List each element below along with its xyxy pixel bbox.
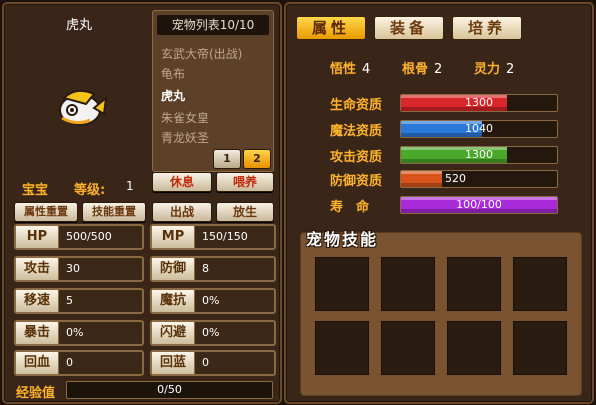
- tab-training[interactable]: 培养: [452, 16, 522, 40]
- pet-avatar-icon: [56, 84, 108, 130]
- aptitude-label: 生命资质: [330, 98, 383, 113]
- pet-list-item[interactable]: 龟布: [161, 65, 185, 82]
- pet-name: 虎丸: [66, 18, 93, 33]
- stat-critical: 暴击 0%: [14, 320, 144, 346]
- tab-equipment[interactable]: 装备: [374, 16, 444, 40]
- stat-value: 0%: [202, 294, 220, 307]
- aptitude-value: 1300: [465, 96, 493, 109]
- feed-button[interactable]: 喂养: [216, 172, 274, 192]
- stat-label: 防御: [152, 258, 195, 280]
- stat-defense: 防御 8: [150, 256, 276, 282]
- pet-list: 宠物列表10/10 玄武大帝(出战) 龟布 虎丸 朱雀女皇 青龙妖圣 1 2: [152, 10, 274, 172]
- stat-label: MP: [152, 226, 195, 248]
- aptitude-value: 100/100: [456, 198, 502, 211]
- baby-label: 宝宝: [22, 183, 49, 198]
- stat-hp-regen: 回血 0: [14, 350, 144, 376]
- stat-label: HP: [16, 226, 59, 248]
- attr-label: 悟性: [330, 62, 357, 77]
- stat-value: 150/150: [202, 230, 248, 243]
- stat-mp: MP 150/150: [150, 224, 276, 250]
- skill-slot[interactable]: [513, 321, 567, 375]
- skills-title: 宠物技能: [306, 230, 379, 249]
- stat-attack: 攻击 30: [14, 256, 144, 282]
- pet-list-item-selected[interactable]: 虎丸: [161, 87, 185, 104]
- stat-label: 移速: [16, 290, 59, 312]
- tab-attributes[interactable]: 属性: [296, 16, 366, 40]
- stat-value: 0%: [66, 326, 84, 339]
- reset-attributes-button[interactable]: 属性重置: [14, 202, 78, 222]
- pet-skills-box: [300, 232, 582, 396]
- skill-slot[interactable]: [315, 257, 369, 311]
- stat-dodge: 闪避 0%: [150, 320, 276, 346]
- pet-list-item[interactable]: 玄武大帝(出战): [161, 45, 242, 62]
- page-2-button[interactable]: 2: [243, 149, 271, 169]
- stat-label: 攻击: [16, 258, 59, 280]
- attr-constitution: 根骨 2: [402, 58, 442, 77]
- stat-magic-resist: 魔抗 0%: [150, 288, 276, 314]
- skill-slot[interactable]: [513, 257, 567, 311]
- aptitude-bar-hp: 1300: [400, 94, 558, 112]
- level-value: 1: [126, 179, 134, 193]
- aptitude-bar-lifespan: 100/100: [400, 196, 558, 214]
- release-button[interactable]: 放生: [216, 202, 274, 222]
- aptitude-value: 1040: [465, 122, 493, 135]
- stat-label: 暴击: [16, 322, 59, 344]
- attr-label: 根骨: [402, 62, 429, 77]
- stat-label: 回蓝: [152, 352, 195, 374]
- pet-detail-panel: 属性 装备 培养 悟性 4 根骨 2 灵力 2 生命资质 1300 魔法资质 1040…: [284, 2, 594, 404]
- stat-label: 魔抗: [152, 290, 195, 312]
- pet-list-item[interactable]: 朱雀女皇: [161, 109, 209, 126]
- stat-hp: HP 500/500: [14, 224, 144, 250]
- skill-slot[interactable]: [315, 321, 369, 375]
- skill-slot[interactable]: [447, 257, 501, 311]
- stat-value: 500/500: [66, 230, 112, 243]
- reset-skills-button[interactable]: 技能重置: [82, 202, 146, 222]
- attr-spirit: 灵力 2: [474, 58, 514, 77]
- aptitude-value: 520: [445, 172, 466, 185]
- aptitude-label: 寿 命: [330, 200, 370, 215]
- aptitude-value: 1300: [465, 148, 493, 161]
- exp-label: 经验值: [16, 386, 56, 401]
- pet-info-panel: 虎丸 宠物列表10/10 玄武大帝(出战) 龟布 虎丸 朱雀女皇 青龙妖圣 1 …: [2, 2, 282, 404]
- attr-label: 灵力: [474, 62, 501, 77]
- pet-list-title: 宠物列表10/10: [156, 14, 270, 36]
- aptitude-bar-defense: 520: [400, 170, 558, 188]
- attr-value: 2: [434, 62, 443, 77]
- stat-move-speed: 移速 5: [14, 288, 144, 314]
- aptitude-bar-mp: 1040: [400, 120, 558, 138]
- pet-list-item[interactable]: 青龙妖圣: [161, 129, 209, 146]
- stat-mp-regen: 回蓝 0: [150, 350, 276, 376]
- aptitude-label: 魔法资质: [330, 124, 383, 139]
- attr-comprehension: 悟性 4: [330, 58, 370, 77]
- stat-value: 0%: [202, 326, 220, 339]
- page-1-button[interactable]: 1: [213, 149, 241, 169]
- stat-value: 0: [202, 356, 209, 369]
- level-label: 等级:: [74, 183, 106, 198]
- aptitude-bar-attack: 1300: [400, 146, 558, 164]
- exp-bar: 0/50: [66, 381, 273, 399]
- aptitude-label: 攻击资质: [330, 150, 383, 165]
- skill-slot[interactable]: [447, 321, 501, 375]
- attr-value: 4: [362, 62, 371, 77]
- skill-slot[interactable]: [381, 321, 435, 375]
- battle-button[interactable]: 出战: [152, 202, 212, 222]
- stat-label: 回血: [16, 352, 59, 374]
- attr-value: 2: [506, 62, 515, 77]
- skill-slot[interactable]: [381, 257, 435, 311]
- stat-label: 闪避: [152, 322, 195, 344]
- stat-value: 8: [202, 262, 209, 275]
- rest-button[interactable]: 休息: [152, 172, 212, 192]
- stat-value: 5: [66, 294, 73, 307]
- aptitude-label: 防御资质: [330, 174, 383, 189]
- stat-value: 30: [66, 262, 80, 275]
- stat-value: 0: [66, 356, 73, 369]
